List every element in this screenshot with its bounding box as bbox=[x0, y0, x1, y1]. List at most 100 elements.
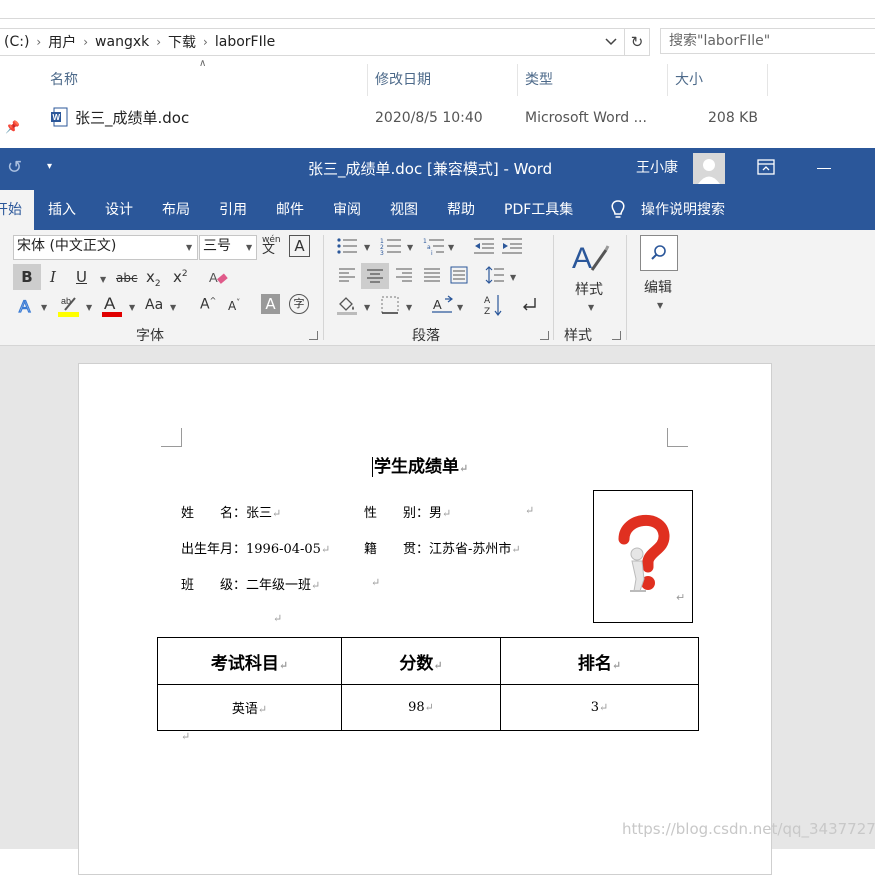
highlighter-icon[interactable]: ab bbox=[57, 293, 81, 318]
document-title[interactable]: 学生成绩单↵ bbox=[372, 452, 468, 477]
chevron-down-icon[interactable]: ▼ bbox=[364, 303, 370, 312]
superscript-button[interactable]: x2 bbox=[173, 268, 188, 286]
undo-icon[interactable]: ↺ bbox=[7, 157, 22, 178]
breadcrumb-drive[interactable]: (C:) bbox=[0, 34, 33, 50]
divider[interactable] bbox=[517, 64, 518, 96]
font-dialog-launcher-icon[interactable] bbox=[309, 331, 318, 340]
document-page[interactable]: 学生成绩单↵ 姓 名：张三↵ 性 别：男↵ ↵ 出生年月：1996-04-05↵… bbox=[78, 363, 772, 875]
avatar[interactable] bbox=[693, 153, 725, 184]
find-button[interactable] bbox=[640, 235, 678, 271]
birth-line[interactable]: 出生年月：1996-04-05↵ bbox=[181, 538, 330, 557]
table-cell[interactable]: 98↵ bbox=[341, 684, 501, 731]
shrink-font-button[interactable]: A˅ bbox=[228, 298, 240, 313]
bold-button[interactable]: B bbox=[13, 264, 41, 290]
tab-help[interactable]: 帮助 bbox=[447, 190, 475, 230]
sort-icon[interactable]: AZ bbox=[483, 293, 503, 317]
tab-home[interactable]: 开始 bbox=[0, 190, 34, 230]
align-center-button[interactable] bbox=[361, 263, 389, 289]
address-bar[interactable]: (C:) › 用户 › wangxk › 下载 › laborFIle bbox=[0, 28, 625, 56]
chinese-layout-icon[interactable]: A bbox=[431, 295, 453, 315]
tab-mailings[interactable]: 邮件 bbox=[276, 190, 304, 230]
shading-icon[interactable] bbox=[336, 294, 358, 316]
align-right-icon[interactable] bbox=[395, 267, 413, 283]
styles-icon[interactable]: A bbox=[570, 238, 610, 276]
column-header-type[interactable]: 类型 bbox=[525, 64, 553, 96]
chevron-down-icon[interactable]: ▼ bbox=[186, 243, 192, 252]
line-spacing-icon[interactable] bbox=[485, 265, 505, 285]
change-case-button[interactable]: Aa bbox=[145, 297, 163, 313]
paragraph-dialog-launcher-icon[interactable] bbox=[540, 331, 549, 340]
chevron-right-icon[interactable]: › bbox=[80, 35, 91, 49]
styles-dialog-launcher-icon[interactable] bbox=[612, 331, 621, 340]
text-effects-icon[interactable]: A bbox=[16, 295, 38, 317]
divider[interactable] bbox=[667, 64, 668, 96]
breadcrumb-users[interactable]: 用户 bbox=[44, 32, 80, 52]
chevron-down-icon[interactable]: ▼ bbox=[588, 303, 594, 312]
bullets-icon[interactable] bbox=[336, 237, 358, 255]
table-header-cell[interactable]: 排名↵ bbox=[500, 637, 699, 685]
gender-line[interactable]: 性 别：男↵ bbox=[364, 502, 451, 521]
chevron-right-icon[interactable]: › bbox=[153, 35, 164, 49]
tab-review[interactable]: 审阅 bbox=[333, 190, 361, 230]
table-header-cell[interactable]: 分数↵ bbox=[341, 637, 501, 685]
phonetic-guide-button[interactable]: wén 文 bbox=[262, 236, 281, 257]
font-name-combo[interactable]: 宋体 (中文正文) bbox=[13, 235, 198, 260]
table-cell[interactable]: 英语↵ bbox=[157, 684, 342, 731]
column-header-name[interactable]: 名称 bbox=[50, 64, 78, 96]
chevron-down-icon[interactable]: ▼ bbox=[246, 243, 252, 252]
styles-button-label[interactable]: 样式 bbox=[575, 279, 603, 299]
chevron-down-icon[interactable]: ▼ bbox=[406, 303, 412, 312]
clear-formatting-icon[interactable]: A bbox=[208, 268, 230, 290]
search-input[interactable]: 搜索"laborFIle" bbox=[660, 28, 875, 54]
breadcrumb-user[interactable]: wangxk bbox=[91, 34, 153, 50]
lightbulb-icon[interactable] bbox=[610, 199, 626, 221]
customize-quick-access-icon[interactable]: ▾ bbox=[47, 161, 52, 172]
align-left-icon[interactable] bbox=[338, 267, 356, 283]
tab-design[interactable]: 设计 bbox=[105, 190, 133, 230]
user-name[interactable]: 王小康 bbox=[636, 148, 678, 188]
chevron-down-icon[interactable]: ▼ bbox=[407, 243, 413, 252]
ribbon-display-options-icon[interactable] bbox=[757, 159, 775, 175]
chevron-down-icon[interactable]: ▼ bbox=[170, 303, 176, 312]
minimize-button[interactable] bbox=[817, 168, 831, 169]
pin-icon[interactable]: 📌 bbox=[5, 120, 20, 134]
chevron-down-icon[interactable]: ▼ bbox=[129, 303, 135, 312]
chevron-down-icon[interactable]: ▼ bbox=[510, 273, 516, 282]
divider[interactable] bbox=[767, 64, 768, 96]
underline-button[interactable]: U bbox=[76, 268, 87, 286]
chevron-down-icon[interactable]: ▼ bbox=[41, 303, 47, 312]
multilevel-list-icon[interactable]: 1ai bbox=[423, 237, 445, 255]
justify-icon[interactable] bbox=[423, 267, 441, 283]
chevron-down-icon[interactable] bbox=[604, 34, 618, 48]
chevron-down-icon[interactable]: ▼ bbox=[86, 303, 92, 312]
name-line[interactable]: 姓 名：张三↵ bbox=[181, 502, 281, 521]
italic-button[interactable]: I bbox=[50, 268, 56, 286]
tell-me-search[interactable]: 操作说明搜索 bbox=[641, 190, 725, 230]
chevron-down-icon[interactable]: ▼ bbox=[457, 303, 463, 312]
breadcrumb-folder[interactable]: laborFIle bbox=[211, 34, 279, 50]
breadcrumb-downloads[interactable]: 下载 bbox=[164, 32, 200, 52]
chevron-right-icon[interactable]: › bbox=[200, 35, 211, 49]
tab-pdf-tools[interactable]: PDF工具集 bbox=[504, 190, 573, 230]
class-line[interactable]: 班 级：二年级一班↵ bbox=[181, 574, 320, 593]
strikethrough-button[interactable]: abc bbox=[116, 271, 138, 285]
chevron-down-icon[interactable]: ▼ bbox=[100, 275, 106, 284]
grow-font-button[interactable]: A^ bbox=[200, 296, 216, 313]
enclose-characters-button[interactable]: 字 bbox=[289, 294, 309, 314]
paragraph-marks-icon[interactable] bbox=[521, 296, 539, 314]
editing-button-label[interactable]: 编辑 bbox=[644, 277, 672, 297]
chevron-down-icon[interactable]: ▼ bbox=[657, 301, 663, 310]
tab-references[interactable]: 引用 bbox=[219, 190, 247, 230]
increase-indent-icon[interactable] bbox=[501, 237, 523, 255]
column-header-size[interactable]: 大小 bbox=[675, 64, 703, 96]
column-header-modified[interactable]: 修改日期 bbox=[375, 64, 431, 96]
chevron-right-icon[interactable]: › bbox=[33, 35, 44, 49]
character-border-button[interactable]: A bbox=[289, 235, 310, 257]
tab-view[interactable]: 视图 bbox=[390, 190, 418, 230]
character-shading-button[interactable]: A bbox=[261, 294, 280, 314]
native-place-line[interactable]: 籍 贯：江苏省-苏州市↵ bbox=[364, 538, 521, 557]
student-photo[interactable]: ↵ bbox=[593, 490, 693, 623]
distributed-icon[interactable] bbox=[450, 266, 468, 284]
borders-icon[interactable] bbox=[380, 295, 400, 315]
numbering-icon[interactable]: 123 bbox=[380, 237, 402, 255]
